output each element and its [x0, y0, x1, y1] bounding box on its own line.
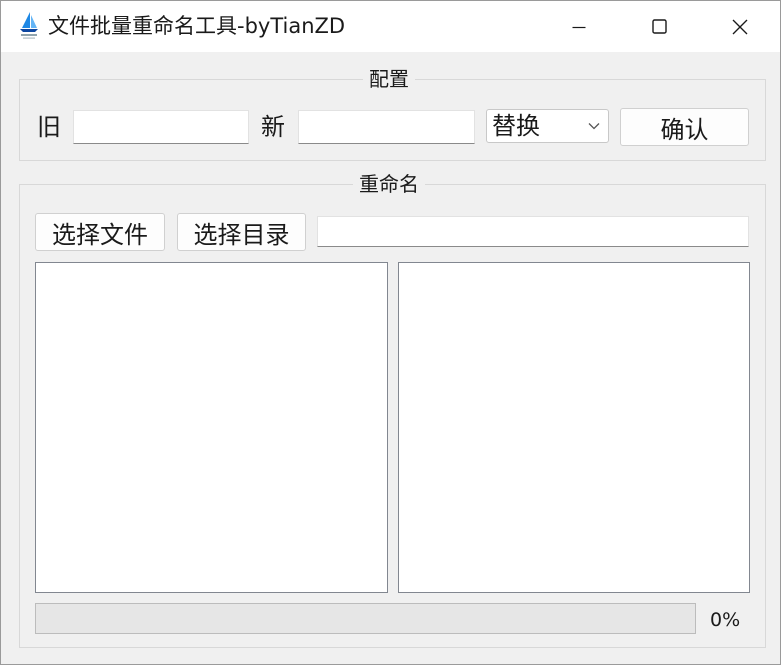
maximize-icon: [651, 19, 667, 34]
confirm-button[interactable]: 确认: [620, 108, 749, 146]
close-icon: [732, 19, 748, 34]
minimize-button[interactable]: [539, 1, 619, 52]
new-text-input[interactable]: [298, 110, 475, 144]
progress-percent: 0%: [710, 609, 741, 631]
maximize-button[interactable]: [619, 1, 699, 52]
source-file-list[interactable]: [35, 262, 388, 593]
mode-select[interactable]: 替换: [486, 109, 609, 143]
path-input[interactable]: [317, 216, 749, 247]
sailboat-icon: [20, 12, 38, 39]
rename-progress-bar: [35, 603, 696, 634]
config-group-legend: 配置: [363, 66, 415, 92]
rename-group-legend: 重命名: [353, 171, 425, 197]
mode-select-value: 替换: [492, 112, 540, 140]
select-files-button[interactable]: 选择文件: [35, 213, 165, 251]
app-window: 文件批量重命名工具-byTianZD 配置 旧 新 替换 确认 重命名 选择文件…: [0, 0, 781, 665]
old-text-input[interactable]: [73, 110, 249, 144]
new-label: 新: [261, 113, 285, 141]
chevron-down-icon: [588, 123, 600, 130]
close-button[interactable]: [700, 1, 780, 52]
window-title: 文件批量重命名工具-byTianZD: [48, 14, 346, 38]
minimize-icon: [572, 26, 586, 28]
select-directory-button[interactable]: 选择目录: [177, 213, 306, 251]
renamed-file-list[interactable]: [398, 262, 750, 593]
title-bar[interactable]: 文件批量重命名工具-byTianZD: [1, 1, 780, 52]
old-label: 旧: [37, 113, 61, 141]
